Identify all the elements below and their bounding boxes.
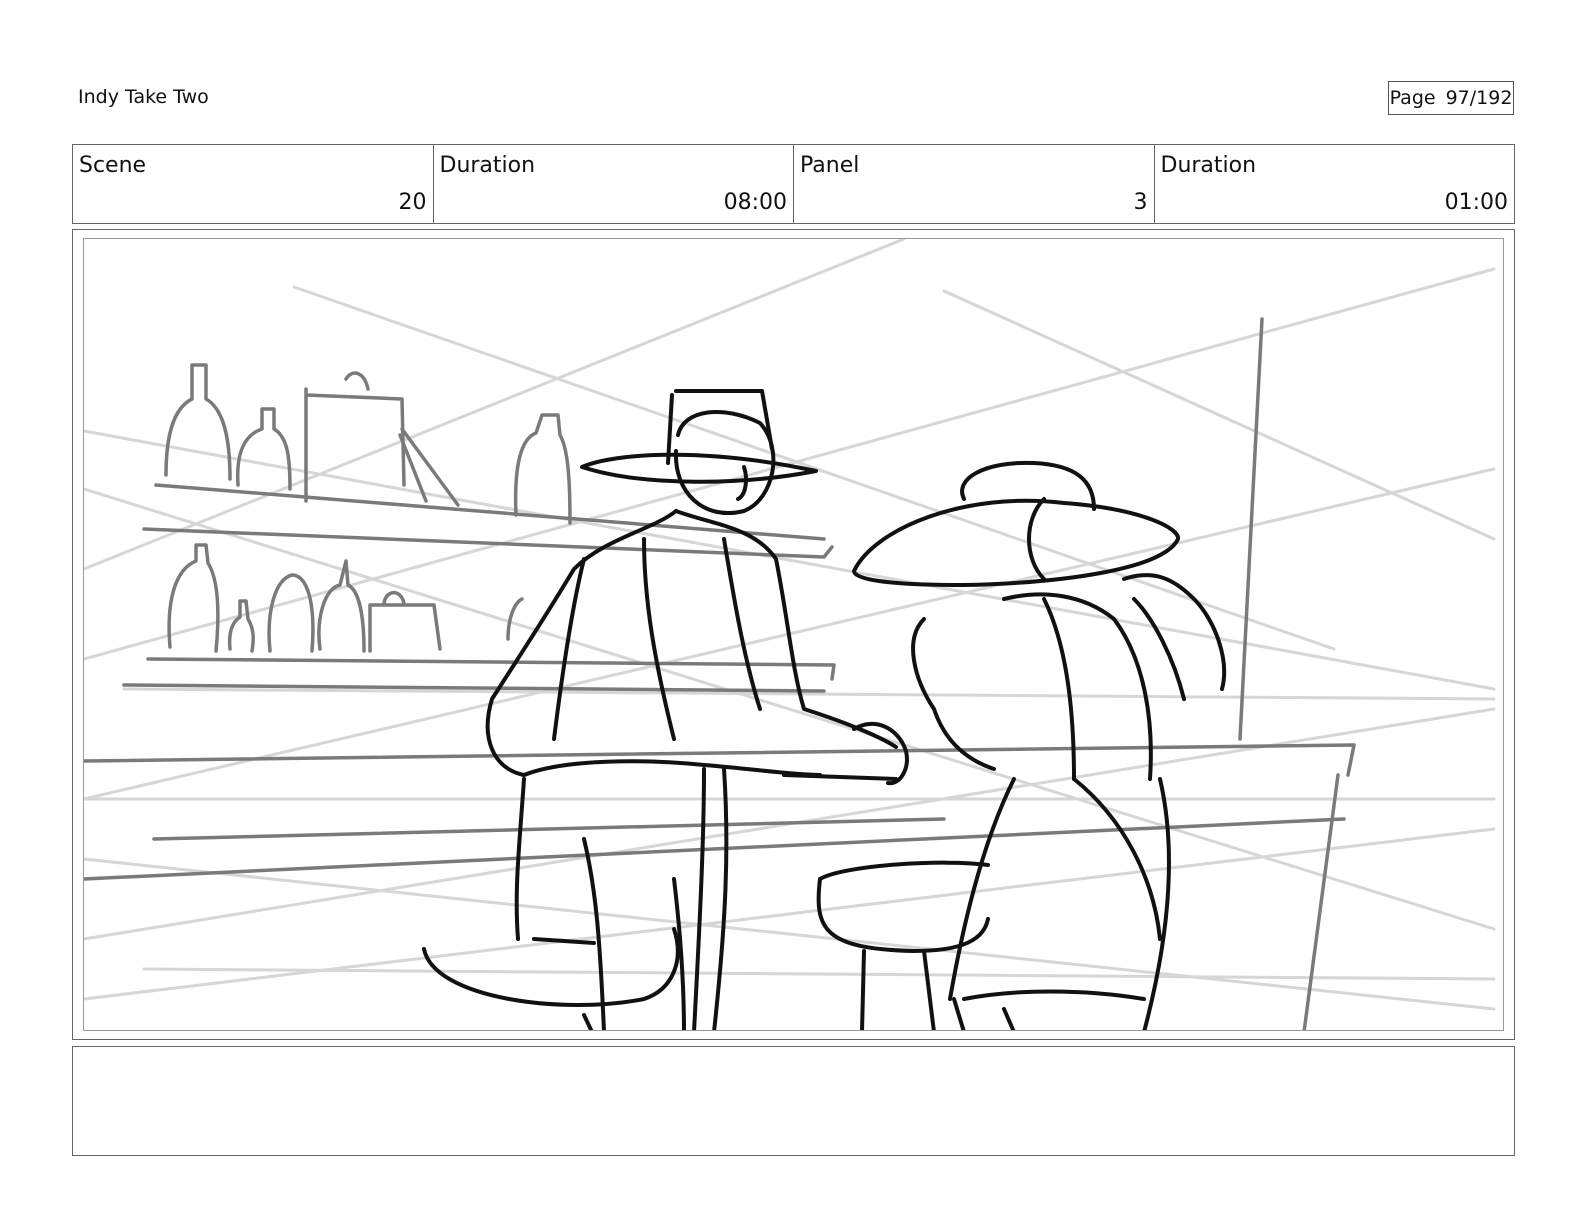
project-title: Indy Take Two — [78, 86, 209, 108]
scene-duration-value: 08:00 — [723, 190, 787, 215]
panel-duration-value: 01:00 — [1444, 190, 1508, 215]
bar-scene-sketch — [84, 239, 1496, 1030]
notes-box — [72, 1046, 1515, 1156]
page-indicator: Page 97/192 — [1388, 81, 1514, 115]
scene-duration-label: Duration — [439, 153, 536, 178]
scene-label: Scene — [79, 153, 147, 178]
panel-label: Panel — [800, 153, 860, 178]
characters — [422, 389, 1227, 1030]
page-label: Page — [1389, 87, 1436, 109]
panel-cell: Panel 3 — [794, 145, 1155, 223]
page-number: 97/192 — [1445, 87, 1513, 109]
scene-duration-cell: Duration 08:00 — [434, 145, 794, 223]
scene-value: 20 — [398, 190, 427, 215]
panel-duration-cell: Duration 01:00 — [1155, 145, 1515, 223]
panel-duration-label: Duration — [1160, 153, 1257, 178]
storyboard-drawing — [83, 238, 1504, 1031]
scene-cell: Scene 20 — [73, 145, 434, 223]
info-row: Scene 20 Duration 08:00 Panel 3 Duration… — [72, 144, 1515, 224]
storyboard-panel-frame — [72, 229, 1515, 1040]
panel-value: 3 — [1133, 190, 1148, 215]
